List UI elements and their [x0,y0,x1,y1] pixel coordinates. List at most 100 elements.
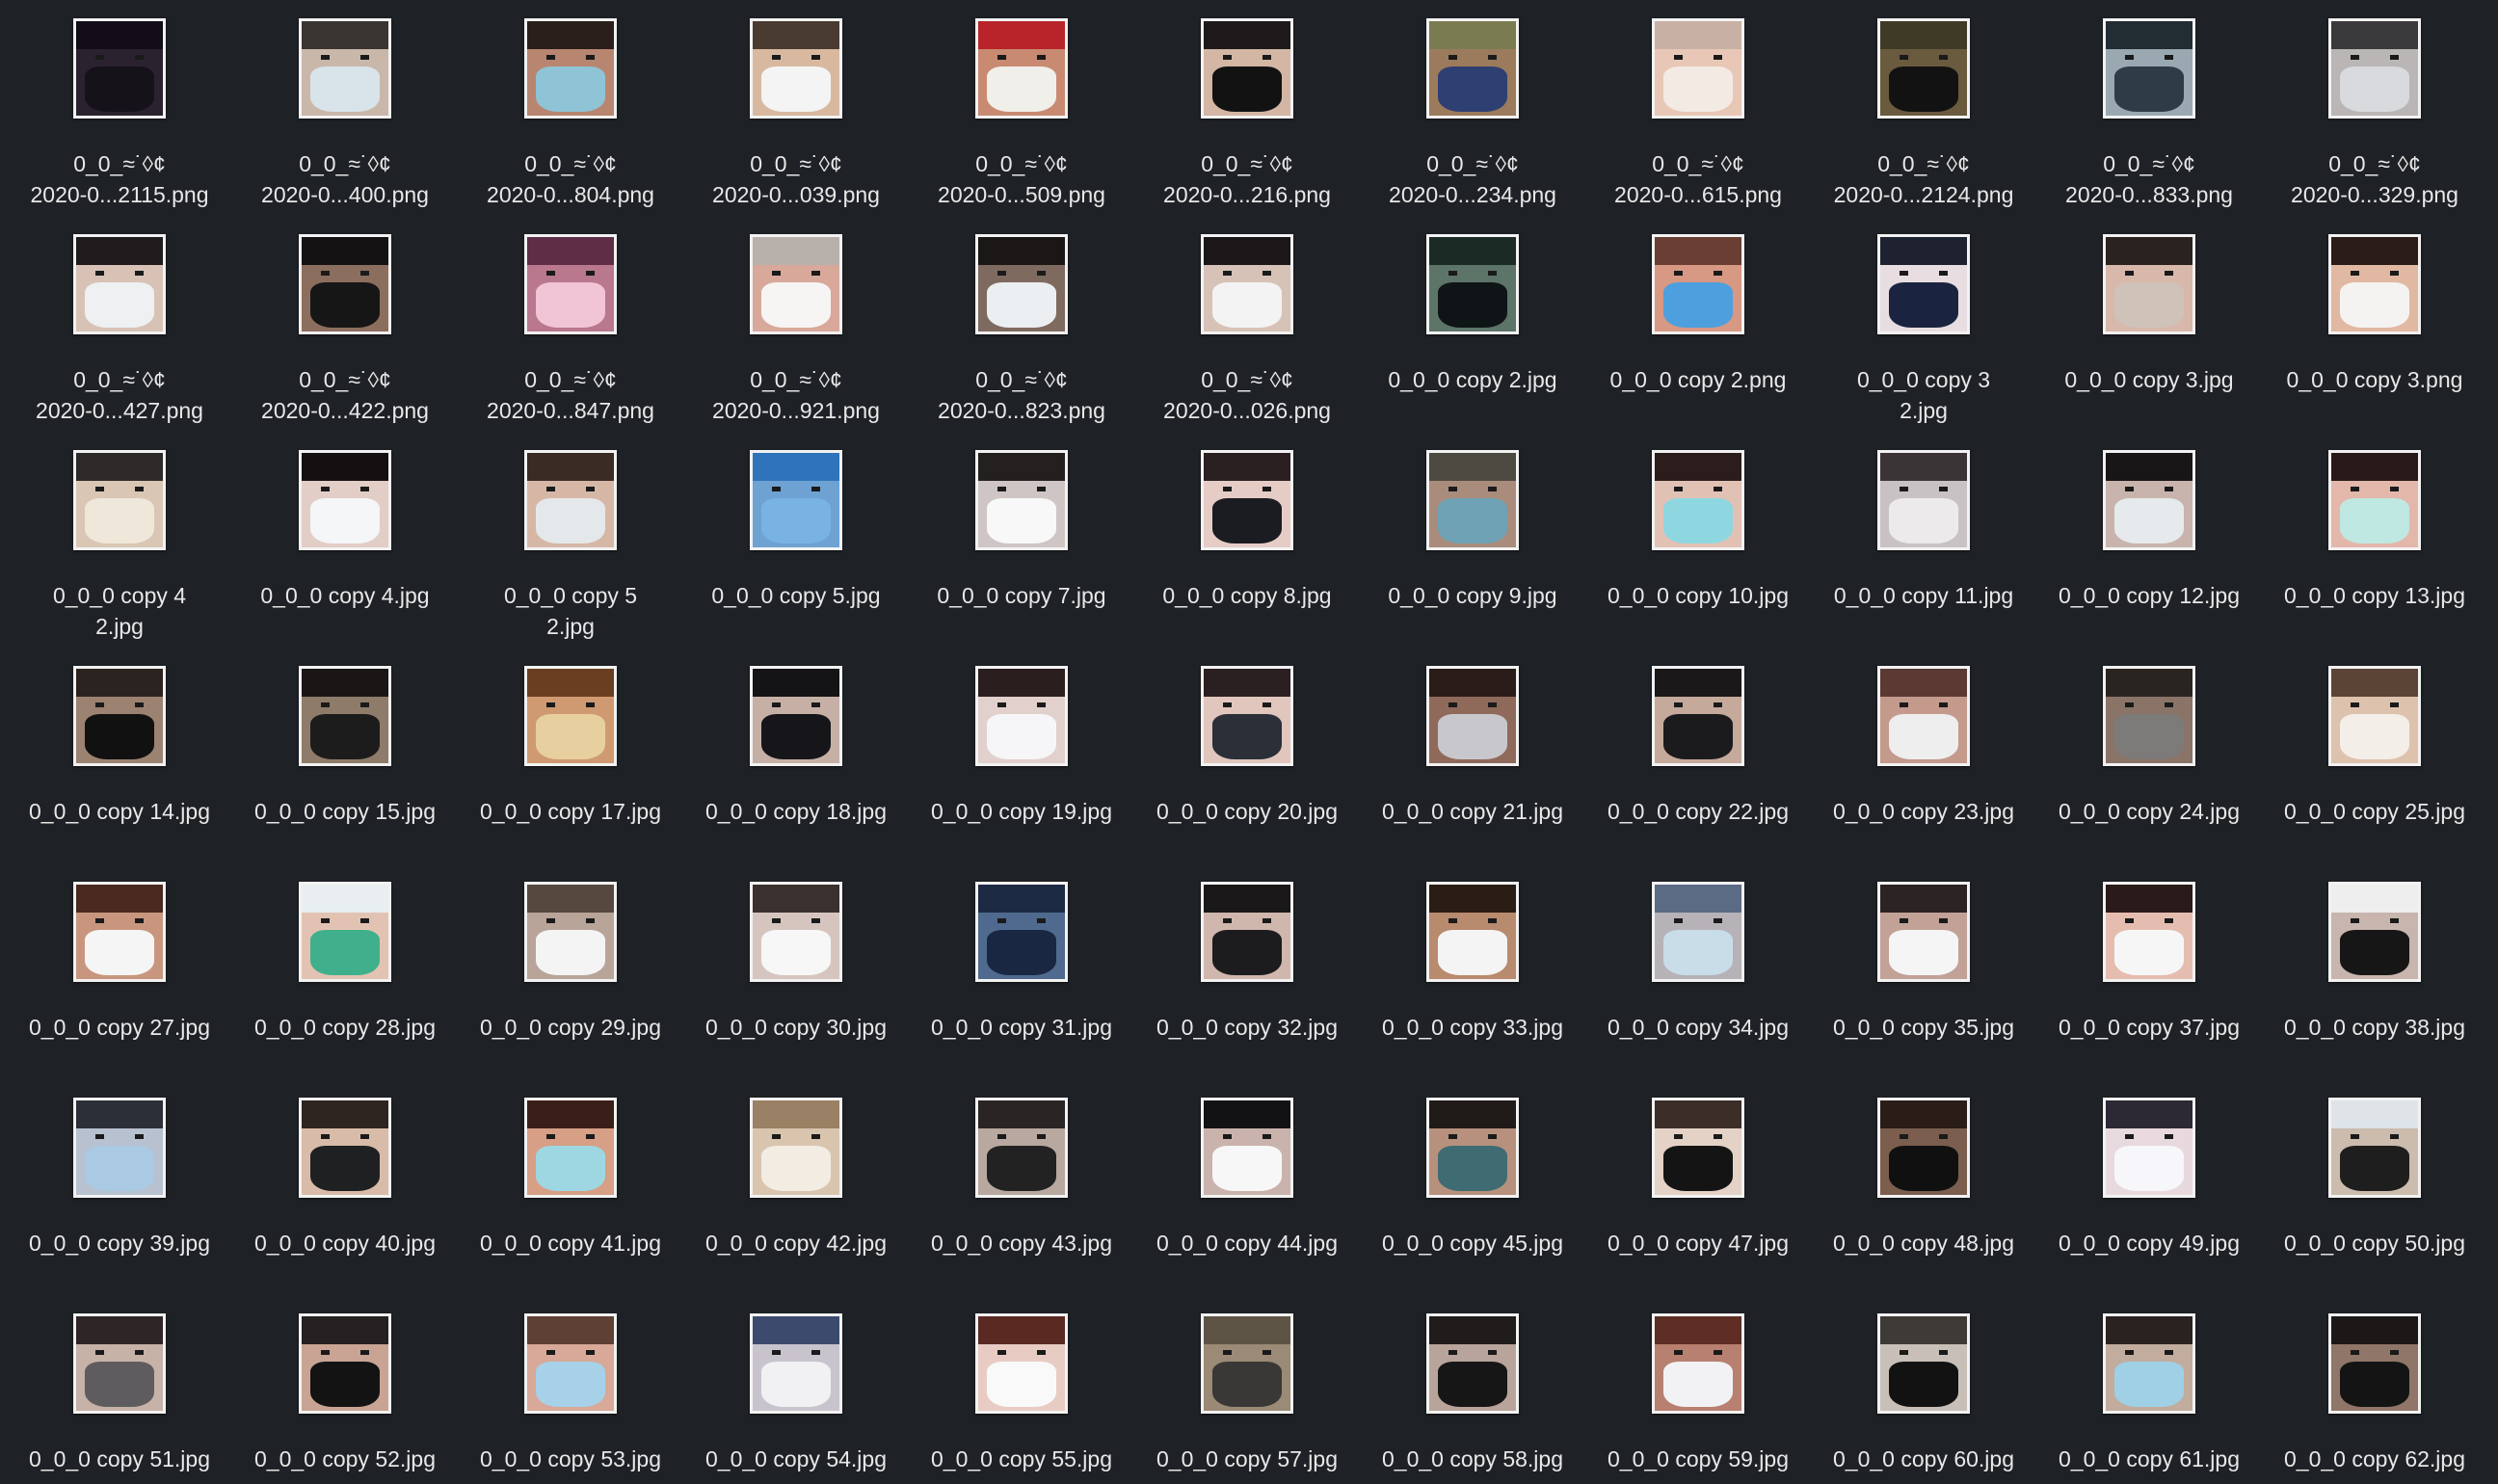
file-thumbnail[interactable] [750,234,842,334]
file-name-label[interactable]: 0_0_0 copy 17.jpg [458,796,683,827]
file-name-label[interactable]: 0_0_≈˙◊¢ 2020-0...427.png [7,364,232,426]
file-name-label[interactable]: 0_0_0 copy 39.jpg [7,1228,232,1259]
file-thumbnail[interactable] [1426,234,1519,334]
file-name-label[interactable]: 0_0_≈˙◊¢ 2020-0...422.png [232,364,458,426]
file-item[interactable]: 0_0_0 copy 44.jpg [1134,1093,1360,1309]
file-name-label[interactable]: 0_0_0 copy 60.jpg [1811,1444,2036,1474]
file-name-label[interactable]: 0_0_0 copy 3.jpg [2036,364,2262,395]
file-name-label[interactable]: 0_0_≈˙◊¢ 2020-0...847.png [458,364,683,426]
file-thumbnail[interactable] [73,666,166,766]
file-name-label[interactable]: 0_0_0 copy 18.jpg [683,796,909,827]
file-item[interactable]: 0_0_0 copy 42.jpg [683,1093,909,1309]
file-item[interactable]: 0_0_0 copy 47.jpg [1585,1093,1811,1309]
file-name-label[interactable]: 0_0_0 copy 54.jpg [683,1444,909,1474]
file-thumbnail[interactable] [1201,18,1293,119]
file-thumbnail[interactable] [750,882,842,982]
file-item[interactable]: 0_0_0 copy 51.jpg [7,1309,232,1484]
file-name-label[interactable]: 0_0_≈˙◊¢ 2020-0...400.png [232,148,458,210]
file-thumbnail[interactable] [750,666,842,766]
file-name-label[interactable]: 0_0_0 copy 53.jpg [458,1444,683,1474]
file-name-label[interactable]: 0_0_≈˙◊¢ 2020-0...026.png [1134,364,1360,426]
file-item[interactable]: 0_0_0 copy 62.jpg [2262,1309,2487,1484]
file-thumbnail[interactable] [1426,450,1519,550]
file-name-label[interactable]: 0_0_0 copy 41.jpg [458,1228,683,1259]
file-name-label[interactable]: 0_0_0 copy 42.jpg [683,1228,909,1259]
file-item[interactable]: 0_0_0 copy 4.jpg [232,445,458,661]
file-name-label[interactable]: 0_0_≈˙◊¢ 2020-0...615.png [1585,148,1811,210]
file-thumbnail[interactable] [2328,666,2421,766]
file-name-label[interactable]: 0_0_0 copy 51.jpg [7,1444,232,1474]
file-thumbnail[interactable] [524,1098,617,1198]
file-item[interactable]: 0_0_0 copy 2.png [1585,229,1811,445]
file-item[interactable]: 0_0_0 copy 15.jpg [232,661,458,877]
file-name-label[interactable]: 0_0_≈˙◊¢ 2020-0...833.png [2036,148,2262,210]
file-name-label[interactable]: 0_0_≈˙◊¢ 2020-0...039.png [683,148,909,210]
file-name-label[interactable]: 0_0_0 copy 47.jpg [1585,1228,1811,1259]
file-thumbnail[interactable] [1426,18,1519,119]
file-thumbnail[interactable] [73,1098,166,1198]
file-item[interactable]: 0_0_0 copy 23.jpg [1811,661,2036,877]
file-name-label[interactable]: 0_0_≈˙◊¢ 2020-0...329.png [2262,148,2487,210]
file-item[interactable]: 0_0_0 copy 29.jpg [458,877,683,1093]
file-name-label[interactable]: 0_0_0 copy 40.jpg [232,1228,458,1259]
file-item[interactable]: 0_0_≈˙◊¢ 2020-0...039.png [683,13,909,229]
file-thumbnail[interactable] [1877,18,1970,119]
file-item[interactable]: 0_0_≈˙◊¢ 2020-0...2115.png [7,13,232,229]
file-item[interactable]: 0_0_0 copy 40.jpg [232,1093,458,1309]
file-thumbnail[interactable] [1201,1313,1293,1414]
file-item[interactable]: 0_0_0 copy 5 2.jpg [458,445,683,661]
file-item[interactable]: 0_0_0 copy 48.jpg [1811,1093,2036,1309]
file-name-label[interactable]: 0_0_0 copy 7.jpg [909,580,1134,611]
file-name-label[interactable]: 0_0_0 copy 48.jpg [1811,1228,2036,1259]
file-item[interactable]: 0_0_0 copy 18.jpg [683,661,909,877]
file-item[interactable]: 0_0_0 copy 7.jpg [909,445,1134,661]
file-thumbnail[interactable] [750,450,842,550]
file-thumbnail[interactable] [524,18,617,119]
file-name-label[interactable]: 0_0_0 copy 22.jpg [1585,796,1811,827]
file-thumbnail[interactable] [1877,234,1970,334]
file-item[interactable]: 0_0_≈˙◊¢ 2020-0...422.png [232,229,458,445]
file-item[interactable]: 0_0_0 copy 33.jpg [1360,877,1585,1093]
file-thumbnail[interactable] [975,1098,1068,1198]
file-item[interactable]: 0_0_0 copy 49.jpg [2036,1093,2262,1309]
file-name-label[interactable]: 0_0_≈˙◊¢ 2020-0...823.png [909,364,1134,426]
file-name-label[interactable]: 0_0_0 copy 24.jpg [2036,796,2262,827]
file-name-label[interactable]: 0_0_0 copy 32.jpg [1134,1012,1360,1043]
file-thumbnail[interactable] [299,666,391,766]
file-thumbnail[interactable] [2103,882,2195,982]
file-item[interactable]: 0_0_≈˙◊¢ 2020-0...400.png [232,13,458,229]
file-name-label[interactable]: 0_0_0 copy 52.jpg [232,1444,458,1474]
file-name-label[interactable]: 0_0_0 copy 58.jpg [1360,1444,1585,1474]
file-item[interactable]: 0_0_0 copy 57.jpg [1134,1309,1360,1484]
file-name-label[interactable]: 0_0_0 copy 2.png [1585,364,1811,395]
file-item[interactable]: 0_0_0 copy 28.jpg [232,877,458,1093]
file-thumbnail[interactable] [1201,450,1293,550]
file-thumbnail[interactable] [1201,1098,1293,1198]
file-thumbnail[interactable] [1652,666,1744,766]
file-thumbnail[interactable] [73,18,166,119]
file-item[interactable]: 0_0_0 copy 53.jpg [458,1309,683,1484]
file-thumbnail[interactable] [1877,666,1970,766]
file-thumbnail[interactable] [2328,1313,2421,1414]
file-name-label[interactable]: 0_0_0 copy 62.jpg [2262,1444,2487,1474]
file-item[interactable]: 0_0_≈˙◊¢ 2020-0...329.png [2262,13,2487,229]
file-item[interactable]: 0_0_0 copy 50.jpg [2262,1093,2487,1309]
file-name-label[interactable]: 0_0_0 copy 45.jpg [1360,1228,1585,1259]
file-thumbnail[interactable] [1201,666,1293,766]
file-item[interactable]: 0_0_≈˙◊¢ 2020-0...823.png [909,229,1134,445]
file-thumbnail[interactable] [750,1313,842,1414]
file-item[interactable]: 0_0_≈˙◊¢ 2020-0...427.png [7,229,232,445]
file-item[interactable]: 0_0_0 copy 39.jpg [7,1093,232,1309]
file-thumbnail[interactable] [1201,234,1293,334]
file-item[interactable]: 0_0_0 copy 21.jpg [1360,661,1585,877]
file-name-label[interactable]: 0_0_≈˙◊¢ 2020-0...804.png [458,148,683,210]
file-name-label[interactable]: 0_0_≈˙◊¢ 2020-0...2115.png [7,148,232,210]
file-item[interactable]: 0_0_0 copy 19.jpg [909,661,1134,877]
file-thumbnail[interactable] [2103,1098,2195,1198]
file-thumbnail[interactable] [1877,1313,1970,1414]
file-thumbnail[interactable] [73,450,166,550]
file-item[interactable]: 0_0_0 copy 17.jpg [458,661,683,877]
file-name-label[interactable]: 0_0_0 copy 20.jpg [1134,796,1360,827]
file-thumbnail[interactable] [975,882,1068,982]
file-name-label[interactable]: 0_0_≈˙◊¢ 2020-0...234.png [1360,148,1585,210]
